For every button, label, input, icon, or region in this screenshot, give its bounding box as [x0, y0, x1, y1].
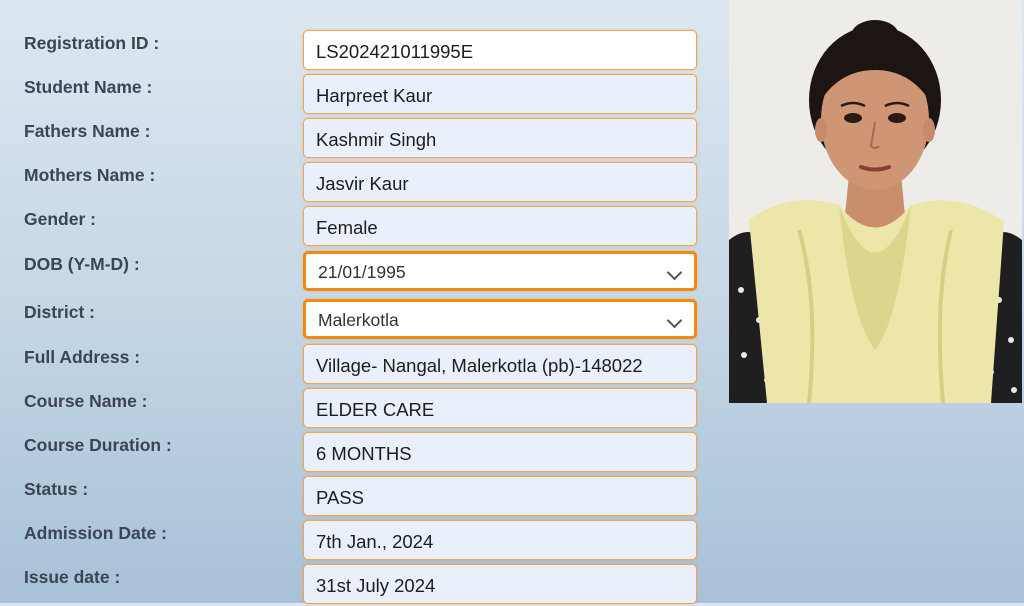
registration-id-label: Registration ID : [24, 33, 160, 53]
row-registration-id: Registration ID : LS202421011995E [0, 28, 720, 72]
status-label: Status : [24, 479, 89, 499]
student-name-field[interactable]: Harpreet Kaur [303, 74, 697, 114]
admission-date-label: Admission Date : [24, 523, 167, 543]
student-photo-illustration [729, 0, 1022, 403]
district-select[interactable]: Malerkotla [303, 299, 697, 339]
row-district: District : Malerkotla [0, 297, 720, 341]
gender-label: Gender : [24, 209, 96, 229]
course-name-label: Course Name : [24, 391, 148, 411]
student-name-label: Student Name : [24, 77, 153, 97]
row-course-duration: Course Duration : 6 MONTHS [0, 430, 720, 474]
dob-select[interactable]: 21/01/1995 [303, 251, 697, 291]
row-dob: DOB (Y-M-D) : 21/01/1995 [0, 249, 720, 293]
course-name-field[interactable]: ELDER CARE [303, 388, 697, 428]
row-status: Status : PASS [0, 474, 720, 518]
student-photo [729, 0, 1022, 403]
full-address-field[interactable]: Village- Nangal, Malerkotla (pb)-148022 [303, 344, 697, 384]
row-fathers-name: Fathers Name : Kashmir Singh [0, 116, 720, 160]
row-gender: Gender : Female [0, 204, 720, 248]
issue-date-field[interactable]: 31st July 2024 [303, 564, 697, 604]
gender-field[interactable]: Female [303, 206, 697, 246]
admission-date-field[interactable]: 7th Jan., 2024 [303, 520, 697, 560]
fathers-name-label: Fathers Name : [24, 121, 151, 141]
mothers-name-field[interactable]: Jasvir Kaur [303, 162, 697, 202]
row-course-name: Course Name : ELDER CARE [0, 386, 720, 430]
row-mothers-name: Mothers Name : Jasvir Kaur [0, 160, 720, 204]
full-address-label: Full Address : [24, 347, 141, 367]
row-admission-date: Admission Date : 7th Jan., 2024 [0, 518, 720, 562]
row-student-name: Student Name : Harpreet Kaur [0, 72, 720, 116]
registration-id-field[interactable]: LS202421011995E [303, 30, 697, 70]
status-field[interactable]: PASS [303, 476, 697, 516]
district-label: District : [24, 302, 95, 322]
row-issue-date: Issue date : 31st July 2024 [0, 562, 720, 606]
fathers-name-field[interactable]: Kashmir Singh [303, 118, 697, 158]
district-value: Malerkotla [318, 310, 399, 330]
course-duration-label: Course Duration : [24, 435, 172, 455]
mothers-name-label: Mothers Name : [24, 165, 156, 185]
course-duration-field[interactable]: 6 MONTHS [303, 432, 697, 472]
dob-value: 21/01/1995 [318, 262, 406, 282]
issue-date-label: Issue date : [24, 567, 121, 587]
dob-label: DOB (Y-M-D) : [24, 254, 140, 274]
chevron-down-icon [666, 264, 683, 281]
chevron-down-icon [666, 312, 683, 329]
row-full-address: Full Address : Village- Nangal, Malerkot… [0, 342, 720, 386]
